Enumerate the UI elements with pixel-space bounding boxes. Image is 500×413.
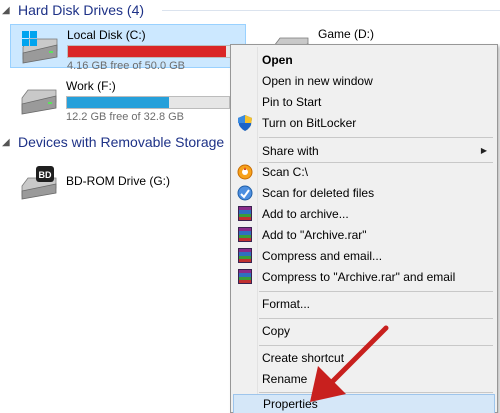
menu-item-turn-on-bitlocker[interactable]: Turn on BitLocker [233, 112, 495, 133]
group-header-removable-storage[interactable]: ◢ Devices with Removable Storage [2, 132, 232, 152]
menu-item-open-in-new-window[interactable]: Open in new window [233, 70, 495, 91]
menu-separator [259, 345, 493, 346]
drive-usage-fill [67, 97, 170, 108]
menu-item-properties[interactable]: Properties [233, 394, 495, 413]
drive-free-space: 12.2 GB free of 32.8 GB [66, 111, 185, 123]
menu-item-add-to-archive[interactable]: Add to archive... [233, 203, 495, 224]
menu-item-rename[interactable]: Rename [233, 368, 495, 389]
group-divider [162, 10, 500, 11]
group-title: Devices with Removable Storage [18, 134, 225, 150]
menu-item-compress-to-archive-rar-and-email[interactable]: Compress to "Archive.rar" and email [233, 266, 495, 287]
drive-work-f[interactable]: Work (F:) 12.2 GB free of 32.8 GB [10, 76, 230, 123]
drive-free-space: 4.16 GB free of 50.0 GB [67, 60, 186, 72]
drive-usage-fill [68, 46, 226, 57]
antivirus-scan-icon [236, 163, 254, 180]
menu-item-share-with[interactable]: Share with ▶ [233, 140, 495, 161]
hard-drive-windows-icon [22, 31, 58, 64]
drive-usage-bar [67, 45, 241, 58]
collapse-chevron-icon[interactable]: ◢ [2, 5, 16, 16]
menu-separator [259, 137, 493, 138]
hard-drive-icon [21, 89, 57, 115]
winrar-icon [236, 205, 254, 222]
drive-usage-bar [66, 96, 230, 109]
bd-badge-text: BD [39, 170, 52, 180]
group-header-hard-disk-drives[interactable]: ◢ Hard Disk Drives (4) [2, 0, 500, 20]
menu-separator [259, 291, 493, 292]
drive-name: Game (D:) [318, 27, 375, 41]
menu-item-open[interactable]: Open [233, 49, 495, 70]
bd-rom-drive-icon: BD [21, 166, 57, 200]
drive-name: Local Disk (C:) [67, 28, 146, 42]
submenu-arrow-icon: ▶ [480, 146, 487, 155]
menu-separator [259, 318, 493, 319]
menu-item-copy[interactable]: Copy [233, 320, 495, 341]
collapse-chevron-icon[interactable]: ◢ [2, 137, 16, 148]
menu-item-format[interactable]: Format... [233, 293, 495, 314]
winrar-icon [236, 226, 254, 243]
drive-name: Work (F:) [66, 79, 116, 93]
menu-item-add-to-archive-rar[interactable]: Add to "Archive.rar" [233, 224, 495, 245]
menu-item-scan-for-deleted-files[interactable]: Scan for deleted files [233, 182, 495, 203]
winrar-icon [236, 247, 254, 264]
menu-item-create-shortcut[interactable]: Create shortcut [233, 347, 495, 368]
menu-item-scan-c[interactable]: Scan C:\ [233, 161, 495, 182]
context-menu: Open Open in new window Pin to Start Tur… [230, 44, 498, 413]
menu-item-pin-to-start[interactable]: Pin to Start [233, 91, 495, 112]
uac-shield-icon [236, 114, 254, 131]
winrar-icon [236, 268, 254, 285]
drive-name: BD-ROM Drive (G:) [66, 174, 170, 188]
group-title: Hard Disk Drives (4) [18, 2, 145, 18]
drive-bd-rom-g[interactable]: BD BD-ROM Drive (G:) [10, 160, 230, 204]
drive-local-disk-c[interactable]: Local Disk (C:) 4.16 GB free of 50.0 GB [10, 24, 246, 72]
recovery-scan-icon [236, 184, 254, 201]
menu-item-compress-and-email[interactable]: Compress and email... [233, 245, 495, 266]
menu-separator [259, 392, 493, 393]
